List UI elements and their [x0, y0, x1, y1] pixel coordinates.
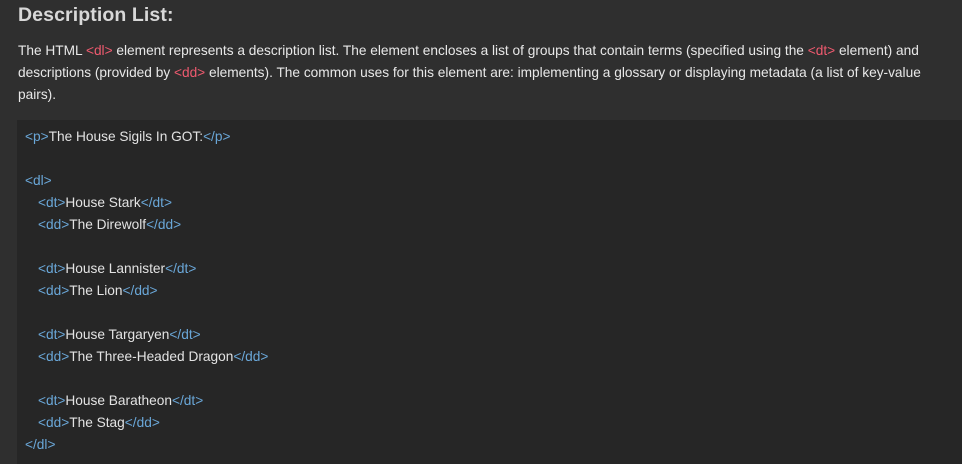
code-punct: </: [124, 415, 137, 430]
code-punct: </: [146, 217, 158, 232]
code-tag-name: dd: [46, 349, 62, 364]
code-tag-name: dd: [46, 415, 62, 430]
code-punct: <: [38, 283, 46, 298]
code-line-p: <p>The House Sigils In GOT:</p>: [25, 126, 230, 148]
code-tag-name: dt: [176, 261, 189, 276]
code-punct: <: [38, 327, 46, 342]
code-tag-name: dd: [245, 349, 261, 364]
code-punct: <: [38, 261, 46, 276]
code-description-text: The Lion: [69, 283, 123, 298]
code-punct: </: [140, 195, 153, 210]
code-punct: </: [122, 283, 135, 298]
inline-dl-tag: <dl>: [85, 43, 113, 58]
description-paragraph: The HTML <dl> element represents a descr…: [18, 40, 948, 106]
code-punct: </: [165, 261, 177, 276]
code-punct: >: [47, 437, 56, 452]
code-line-dt: <dt>House Baratheon</dt>: [38, 390, 203, 412]
code-punct: <: [38, 393, 46, 408]
code-line-dl-open: <dl>: [25, 170, 52, 192]
page: Description List: The HTML <dl> element …: [0, 0, 962, 464]
code-punct: <: [38, 349, 46, 364]
inline-dd-tag: <dd>: [173, 65, 206, 80]
code-punct: <: [25, 173, 33, 188]
code-tag-name: dl: [36, 437, 48, 452]
code-line-dd: <dd>The Stag</dd>: [38, 412, 160, 434]
code-tag-name: dd: [134, 283, 150, 298]
code-description-text: The Stag: [69, 415, 125, 430]
code-punct: >: [173, 217, 182, 232]
code-term-text: House Targaryen: [65, 327, 170, 342]
code-tag-name: dd: [136, 415, 152, 430]
code-block: <p>The House Sigils In GOT:</p> <dl> <dt…: [17, 120, 962, 464]
code-punct: >: [192, 327, 201, 342]
code-punct: >: [149, 283, 158, 298]
code-text: The House Sigils In GOT:: [48, 129, 204, 144]
code-line-dd: <dd>The Three-Headed Dragon</dd>: [38, 346, 268, 368]
code-punct: >: [43, 173, 52, 188]
code-punct: >: [222, 129, 231, 144]
code-term-text: House Baratheon: [65, 393, 172, 408]
paragraph-text-1: The HTML: [18, 43, 86, 58]
code-tag-name: dt: [46, 327, 58, 342]
code-punct: </: [25, 437, 37, 452]
code-punct: >: [195, 393, 204, 408]
code-punct: >: [260, 349, 269, 364]
code-tag-name: dd: [46, 217, 62, 232]
code-tag-name: dt: [152, 195, 164, 210]
code-description-text: The Direwolf: [69, 217, 147, 232]
code-punct: >: [151, 415, 160, 430]
code-term-text: House Lannister: [65, 261, 166, 276]
code-tag-name: dd: [46, 283, 62, 298]
inline-dt-tag: <dt>: [807, 43, 836, 58]
code-punct: </: [171, 393, 184, 408]
code-punct: >: [163, 195, 172, 210]
code-tag-name: dt: [181, 327, 193, 342]
code-line-dd: <dd>The Lion</dd>: [38, 280, 158, 302]
code-tag-name: dt: [46, 393, 58, 408]
code-line-dl-close: </dl>: [25, 434, 55, 456]
code-punct: <: [25, 129, 33, 144]
code-punct: <: [38, 195, 46, 210]
section-heading: Description List:: [18, 4, 174, 26]
code-line-dt: <dt>House Stark</dt>: [38, 192, 172, 214]
code-punct: >: [188, 261, 197, 276]
code-tag-name: dt: [183, 393, 196, 408]
code-tag-name: dl: [33, 173, 44, 188]
code-punct: </: [203, 129, 215, 144]
code-punct: >: [40, 129, 49, 144]
code-tag-name: p: [33, 129, 41, 144]
code-line-dt: <dt>House Targaryen</dt>: [38, 324, 201, 346]
code-description-text: The Three-Headed Dragon: [69, 349, 234, 364]
code-line-dd: <dd>The Direwolf</dd>: [38, 214, 181, 236]
code-term-text: House Stark: [65, 195, 141, 210]
paragraph-text-2: element represents a description list. T…: [112, 43, 808, 58]
code-punct: </: [233, 349, 246, 364]
code-punct: <: [38, 217, 46, 232]
code-punct: <: [38, 415, 46, 430]
code-line-dt: <dt>House Lannister</dt>: [38, 258, 196, 280]
code-punct: </: [169, 327, 182, 342]
code-tag-name: dd: [157, 217, 174, 232]
code-tag-name: dt: [46, 195, 58, 210]
code-tag-name: dt: [46, 261, 58, 276]
